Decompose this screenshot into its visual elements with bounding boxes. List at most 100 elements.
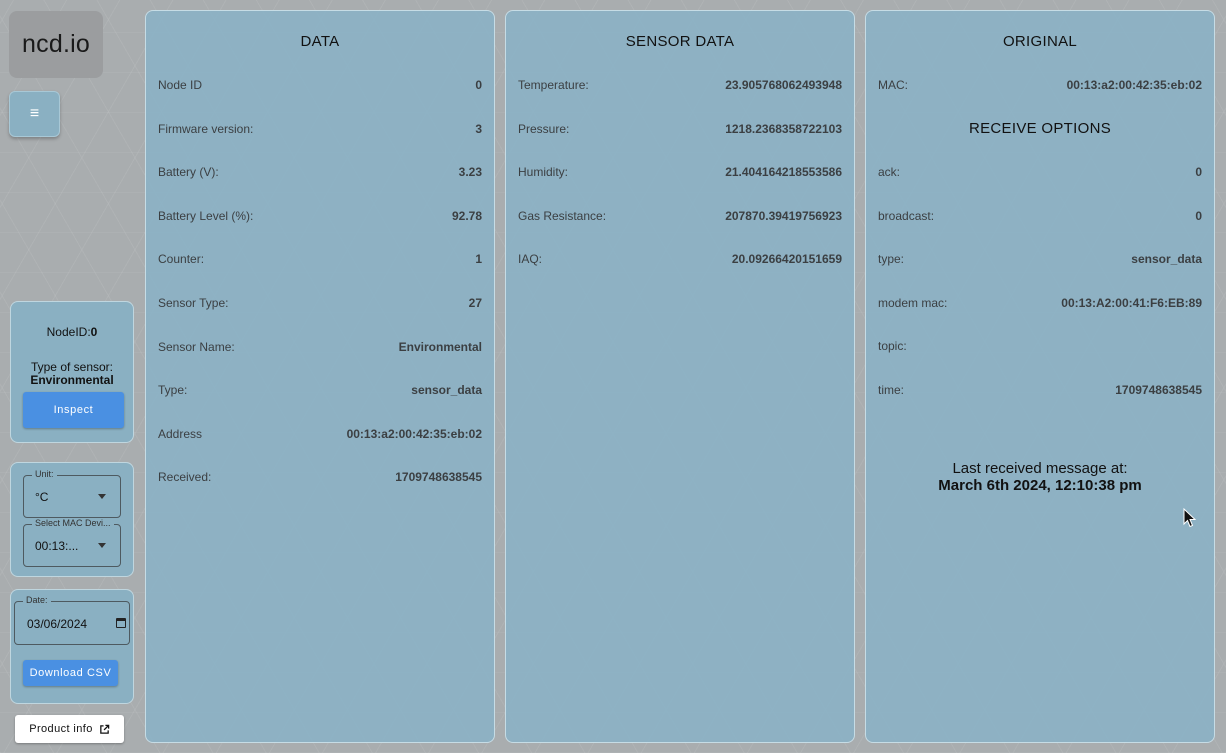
data-value: 1709748638545 <box>395 470 482 485</box>
data-value: 3 <box>475 121 482 136</box>
receive-value: 00:13:A2:00:41:F6:EB:89 <box>1061 295 1202 310</box>
mac-key: MAC: <box>878 78 908 92</box>
chevron-down-icon <box>98 543 106 548</box>
receive-options-title: RECEIVE OPTIONS <box>968 120 1112 137</box>
mac-select-value: 00:13:... <box>35 539 79 553</box>
data-value: 0 <box>475 78 482 92</box>
receive-key: broadcast: <box>878 208 935 223</box>
receive-row: time: 1709748638545 <box>878 383 1202 399</box>
data-key: Type: <box>158 383 188 398</box>
date-input[interactable]: Date: 03/06/2024 <box>14 595 130 645</box>
unit-select-label: Unit: <box>32 469 57 479</box>
menu-icon: ≡ <box>29 105 40 122</box>
data-panel-title: DATA <box>300 33 340 50</box>
data-key: Counter: <box>158 252 205 267</box>
unit-select-value: °C <box>35 490 49 504</box>
calendar-icon[interactable] <box>116 618 126 628</box>
sensor-row: Humidity: 21.404164218553586 <box>518 165 842 181</box>
receive-value: 0 <box>1195 208 1202 223</box>
data-key: Node ID <box>158 78 203 92</box>
unit-select[interactable]: Unit: °C <box>23 469 121 518</box>
data-row: Received: 1709748638545 <box>158 470 482 486</box>
date-card: Date: 03/06/2024 Download CSV <box>10 589 134 704</box>
receive-value: 0 <box>1195 165 1202 179</box>
receive-row: broadcast: 0 <box>878 209 1202 225</box>
sensor-value: 20.09266420151659 <box>731 252 842 267</box>
inspect-button[interactable]: Inspect <box>23 392 124 428</box>
receive-row: topic: <box>878 339 1202 355</box>
receive-value: sensor_data <box>1131 252 1202 267</box>
node-id-label: NodeID: <box>46 325 91 339</box>
data-value: Environmental <box>398 339 482 354</box>
data-value: 92.78 <box>451 208 482 223</box>
original-panel: ORIGINAL MAC: 00:13:a2:00:42:35:eb:02 RE… <box>865 10 1215 743</box>
sensor-row: Gas Resistance: 207870.39419756923 <box>518 209 842 225</box>
data-row: Sensor Name: Environmental <box>158 340 482 356</box>
sensor-row: Pressure: 1218.2368358722103 <box>518 122 842 138</box>
date-input-value: 03/06/2024 <box>27 617 88 631</box>
sensor-key: Temperature: <box>518 78 589 92</box>
data-row: Sensor Type: 27 <box>158 296 482 312</box>
receive-key: type: <box>878 252 905 267</box>
mac-row: MAC: 00:13:a2:00:42:35:eb:02 <box>878 78 1202 94</box>
node-id-line: NodeID:0 <box>11 325 133 339</box>
data-key: Battery Level (%): <box>158 208 254 223</box>
data-panel: DATA Node ID 0 Firmware version: 3 Battery (… <box>145 10 495 743</box>
sensor-data-panel: SENSOR DATA Temperature: 23.9057680624939… <box>505 10 855 743</box>
data-key: Sensor Name: <box>158 339 235 354</box>
receive-row: type: sensor_data <box>878 252 1202 268</box>
data-value: 1 <box>475 252 482 267</box>
sensor-key: Pressure: <box>518 121 570 136</box>
selector-card: Unit: °C Select MAC Devi... 00:13:... <box>10 462 134 577</box>
sensor-value: 207870.39419756923 <box>725 208 842 223</box>
sensor-key: IAQ: <box>518 252 543 267</box>
sensor-value: 21.404164218553586 <box>725 165 842 180</box>
receive-value: 1709748638545 <box>1115 383 1202 397</box>
sensor-row: Temperature: 23.905768062493948 <box>518 78 842 94</box>
data-row: Address 00:13:a2:00:42:35:eb:02 <box>158 427 482 443</box>
product-info-label: Product info <box>29 723 93 735</box>
product-info-button[interactable]: Product info <box>15 715 124 743</box>
data-row: Battery Level (%): 92.78 <box>158 209 482 225</box>
sensor-value: 23.905768062493948 <box>725 78 842 92</box>
download-csv-button[interactable]: Download CSV <box>23 660 118 686</box>
external-link-icon <box>99 724 110 734</box>
data-key: Sensor Type: <box>158 296 229 310</box>
receive-key: ack: <box>878 165 901 179</box>
data-value: 00:13:a2:00:42:35:eb:02 <box>346 426 482 441</box>
data-key: Received: <box>158 470 212 485</box>
node-id-value: 0 <box>90 325 98 339</box>
sensor-row: IAQ: 20.09266420151659 <box>518 252 842 268</box>
chevron-down-icon <box>98 494 106 499</box>
last-received-message: Last received message at: March 6th 2024… <box>866 460 1214 494</box>
sensor-panel-title: SENSOR DATA <box>625 33 735 50</box>
last-received-value: March 6th 2024, 12:10:38 pm <box>938 477 1142 494</box>
data-row: Counter: 1 <box>158 252 482 268</box>
data-row: Battery (V): 3.23 <box>158 165 482 181</box>
sensor-type-label: Type of sensor: <box>30 360 114 374</box>
data-key: Address <box>158 426 203 441</box>
data-value: 3.23 <box>458 165 482 180</box>
data-value: sensor_data <box>411 383 482 398</box>
receive-row: ack: 0 <box>878 165 1202 181</box>
date-input-label: Date: <box>23 595 51 605</box>
data-key: Firmware version: <box>158 121 254 136</box>
data-row: Node ID 0 <box>158 78 482 94</box>
mac-device-select[interactable]: Select MAC Devi... 00:13:... <box>23 518 121 567</box>
data-row: Firmware version: 3 <box>158 122 482 138</box>
original-panel-title: ORIGINAL <box>1002 33 1078 50</box>
sensor-type-value: Environmental <box>30 373 114 387</box>
sensor-value: 1218.2368358722103 <box>725 121 842 136</box>
last-received-label: Last received message at: <box>952 460 1128 477</box>
sensor-type-line: Type of sensor: Environmental <box>11 361 133 387</box>
receive-row: modem mac: 00:13:A2:00:41:F6:EB:89 <box>878 296 1202 312</box>
data-value: 27 <box>468 296 482 310</box>
receive-key: time: <box>878 383 905 397</box>
mac-select-label: Select MAC Devi... <box>32 518 114 528</box>
ncd-logo[interactable]: ncd.io <box>9 11 103 78</box>
data-key: Battery (V): <box>158 165 219 180</box>
menu-button[interactable]: ≡ <box>9 91 60 137</box>
receive-key: modem mac: <box>878 295 948 310</box>
sensor-key: Humidity: <box>518 165 569 180</box>
sensor-key: Gas Resistance: <box>518 208 607 223</box>
